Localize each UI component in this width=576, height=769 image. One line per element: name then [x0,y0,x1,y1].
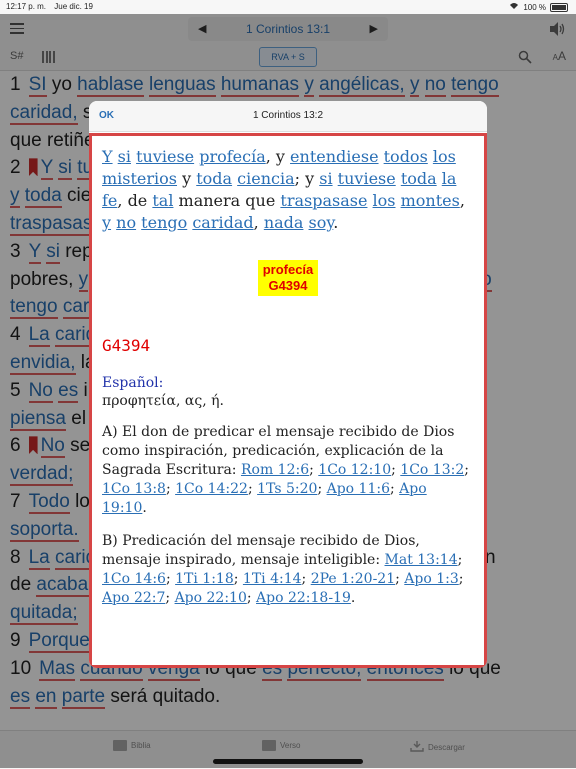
definition-a: A) El don de predicar el mensaje recibid… [102,423,474,518]
verse-word-link[interactable]: los [373,191,396,210]
modal-title: 1 Corintios 13:2 [252,110,324,121]
scripture-reference-link[interactable]: Mat 13:14 [385,552,458,568]
verse-word-link[interactable]: misterios [102,169,177,188]
verse-word-link[interactable]: y [102,213,111,232]
verse-text-fragment: , [253,213,264,232]
verse-word-link[interactable]: traspasase [280,191,367,210]
verse-text-fragment: . [333,213,339,232]
scripture-reference-link[interactable]: 1Co 14:6 [102,571,166,587]
verse-word-link[interactable]: profecía [199,147,266,166]
reference-separator: ; [247,481,258,497]
status-bar: 12:17 p. m. Jue dic. 19 100 % [0,0,576,14]
reference-separator: ; [317,481,327,497]
reference-separator: ; [391,462,401,478]
highlight-code: G4394 [268,278,308,293]
verse-word-link[interactable]: ciencia [237,169,294,188]
verse-word-link[interactable]: los [433,147,456,166]
verse-text-fragment: , y [265,147,291,166]
home-indicator [213,759,363,764]
reference-separator: ; [246,590,257,606]
reference-separator: ; [395,571,405,587]
scripture-reference-link[interactable]: Apo 11:6 [327,481,390,497]
scripture-reference-link[interactable]: 1Co 14:22 [175,481,248,497]
verse-text-fragment: ; y [294,169,320,188]
scripture-reference-link[interactable]: Apo 22:18-19 [256,590,351,606]
reference-separator: ; [309,462,319,478]
verse-word-link[interactable]: si [319,169,332,188]
reference-separator: ; [301,571,311,587]
language-label: Español: [102,375,164,391]
battery-percent: 100 % [523,2,546,12]
verse-word-link[interactable]: no [116,213,136,232]
scripture-reference-link[interactable]: 1Co 13:2 [400,462,464,478]
highlight-box[interactable]: profecía G4394 [258,260,318,296]
verse-word-link[interactable]: toda [196,169,232,188]
strong-code: G4394 [102,336,151,355]
reference-separator: ; [390,481,400,497]
verse-word-link[interactable]: tuviese [136,147,194,166]
modal-body[interactable]: Y si tuviese profecía, y entendiese todo… [89,133,487,668]
status-left: 12:17 p. m. Jue dic. 19 [6,2,99,11]
verse-word-link[interactable]: la [442,169,457,188]
wifi-icon [509,2,519,12]
verse-word-link[interactable]: fe [102,191,117,210]
verse-word-link[interactable]: tuviese [338,169,396,188]
reference-separator: ; [457,552,463,568]
definition-b: B) Predicación del mensaje recibido de D… [102,532,474,608]
scripture-reference-link[interactable]: Apo 22:10 [175,590,247,606]
scripture-reference-link[interactable]: 1Ti 1:18 [175,571,234,587]
verse-text-fragment: manera que [173,191,281,210]
reference-separator: ; [165,571,176,587]
verse-word-link[interactable]: si [118,147,131,166]
verse-text-fragment: , de [117,191,153,210]
reference-separator: ; [458,571,464,587]
scripture-reference-link[interactable]: 1Ts 5:20 [257,481,317,497]
verse-word-link[interactable]: tengo [141,213,187,232]
scripture-reference-link[interactable]: 1Ti 4:14 [243,571,302,587]
verse-text-fragment: y [177,169,197,188]
scripture-reference-link[interactable]: Apo 1:3 [404,571,458,587]
verse-word-link[interactable]: toda [401,169,437,188]
highlight-word: profecía [262,262,314,277]
scripture-reference-link[interactable]: 2Pe 1:20-21 [311,571,395,587]
verse-word-link[interactable]: todos [384,147,428,166]
scripture-reference-link[interactable]: Rom 12:6 [241,462,309,478]
battery-icon [550,2,568,12]
verse-word-link[interactable]: entendiese [290,147,378,166]
status-time: 12:17 p. m. [6,2,47,11]
verse-word-link[interactable]: Y [102,147,113,166]
scripture-reference-link[interactable]: 1Co 12:10 [318,462,391,478]
greek-lemma: προφητεία, ας, ή. [102,393,224,409]
verse-detail-modal: OK 1 Corintios 13:2 Y si tuviese profecí… [89,101,487,668]
status-date: Jue dic. 19 [54,2,93,11]
definition-b-text: B) Predicación del mensaje recibido de D… [102,533,420,568]
status-right: 100 % [509,2,568,12]
verse-text: Y si tuviese profecía, y entendiese todo… [102,146,474,234]
reference-separator: ; [165,481,176,497]
scripture-reference-link[interactable]: Apo 22:7 [102,590,165,606]
verse-word-link[interactable]: tal [152,191,173,210]
verse-word-link[interactable]: soy [309,213,334,232]
verse-word-link[interactable]: caridad [192,213,253,232]
verse-text-fragment: , [459,191,465,210]
verse-word-link[interactable]: montes [401,191,460,210]
reference-separator: . [142,500,147,516]
reference-separator: . [350,590,356,606]
scripture-reference-link[interactable]: 1Co 13:8 [102,481,166,497]
modal-header: OK 1 Corintios 13:2 [89,101,487,132]
verse-word-link[interactable]: nada [264,213,304,232]
reference-separator: ; [165,590,175,606]
reference-separator: ; [233,571,243,587]
reference-separator: ; [464,462,469,478]
